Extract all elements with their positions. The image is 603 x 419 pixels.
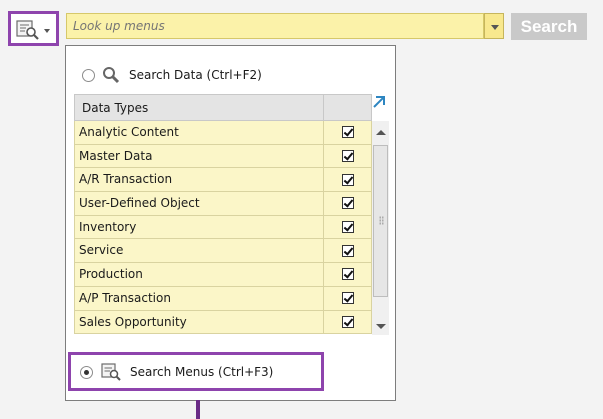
scroll-down-icon[interactable] — [376, 324, 386, 329]
data-type-label: A/P Transaction — [74, 286, 324, 311]
search-scope-panel: Search Data (Ctrl+F2) Data Types Analyti… — [65, 45, 396, 401]
data-type-checkbox[interactable] — [341, 292, 354, 305]
search-menus-icon — [16, 20, 39, 40]
data-type-label: Inventory — [74, 215, 324, 240]
search-button[interactable]: Search — [511, 13, 587, 40]
table-row[interactable]: User-Defined Object — [74, 192, 372, 216]
table-row[interactable]: Analytic Content — [74, 121, 372, 145]
grip-icon — [379, 216, 384, 225]
data-type-label: Production — [74, 263, 324, 287]
data-type-checkbox[interactable] — [341, 221, 354, 234]
data-type-checkbox[interactable] — [341, 315, 354, 328]
data-types-list: Analytic Content Master Data A/R Transacti… — [74, 121, 372, 335]
data-type-check-cell — [324, 239, 372, 264]
search-menus-option[interactable]: Search Menus (Ctrl+F3) — [68, 352, 324, 391]
search-scope-button[interactable] — [8, 11, 59, 46]
data-type-check-cell — [324, 215, 372, 240]
scrollbar-thumb[interactable] — [373, 145, 388, 297]
scroll-up-icon[interactable] — [376, 130, 386, 135]
search-data-icon — [103, 67, 120, 84]
data-type-label: Analytic Content — [74, 121, 324, 145]
data-types-header: Data Types — [74, 94, 324, 121]
table-row[interactable]: Sales Opportunity — [74, 310, 372, 335]
data-type-label: Sales Opportunity — [74, 310, 324, 335]
search-menus-label: Search Menus (Ctrl+F3) — [130, 365, 274, 379]
data-type-label: User-Defined Object — [74, 192, 324, 216]
data-type-check-cell — [324, 144, 372, 169]
data-type-checkbox[interactable] — [341, 197, 354, 210]
data-type-check-cell — [324, 121, 372, 145]
data-type-checkbox[interactable] — [341, 126, 354, 139]
table-row[interactable]: A/P Transaction — [74, 286, 372, 311]
search-data-label: Search Data (Ctrl+F2) — [129, 68, 262, 82]
data-types-check-header — [324, 94, 372, 121]
data-type-check-cell — [324, 263, 372, 287]
table-row[interactable]: Inventory — [74, 215, 372, 240]
search-menus-radio[interactable] — [80, 365, 93, 379]
table-row[interactable]: Master Data — [74, 144, 372, 169]
chevron-down-icon — [491, 25, 499, 30]
data-type-label: A/R Transaction — [74, 168, 324, 193]
search-menus-icon — [101, 363, 121, 381]
data-types-scrollbar[interactable] — [372, 121, 389, 335]
search-data-option[interactable]: Search Data (Ctrl+F2) — [82, 66, 262, 84]
search-history-dropdown[interactable] — [484, 13, 504, 39]
chevron-down-icon — [44, 29, 50, 33]
expand-icon[interactable] — [371, 94, 387, 110]
table-row[interactable]: A/R Transaction — [74, 168, 372, 193]
search-data-radio[interactable] — [82, 68, 95, 82]
table-row[interactable]: Production — [74, 263, 372, 287]
data-type-check-cell — [324, 286, 372, 311]
data-type-checkbox[interactable] — [341, 150, 354, 163]
search-input[interactable] — [66, 13, 484, 39]
data-type-check-cell — [324, 192, 372, 216]
table-row[interactable]: Service — [74, 239, 372, 264]
data-type-checkbox[interactable] — [341, 268, 354, 281]
callout-pointer — [196, 400, 200, 419]
data-type-checkbox[interactable] — [341, 173, 354, 186]
data-type-label: Service — [74, 239, 324, 264]
data-type-checkbox[interactable] — [341, 244, 354, 257]
data-type-label: Master Data — [74, 144, 324, 169]
data-type-check-cell — [324, 310, 372, 335]
data-type-check-cell — [324, 168, 372, 193]
